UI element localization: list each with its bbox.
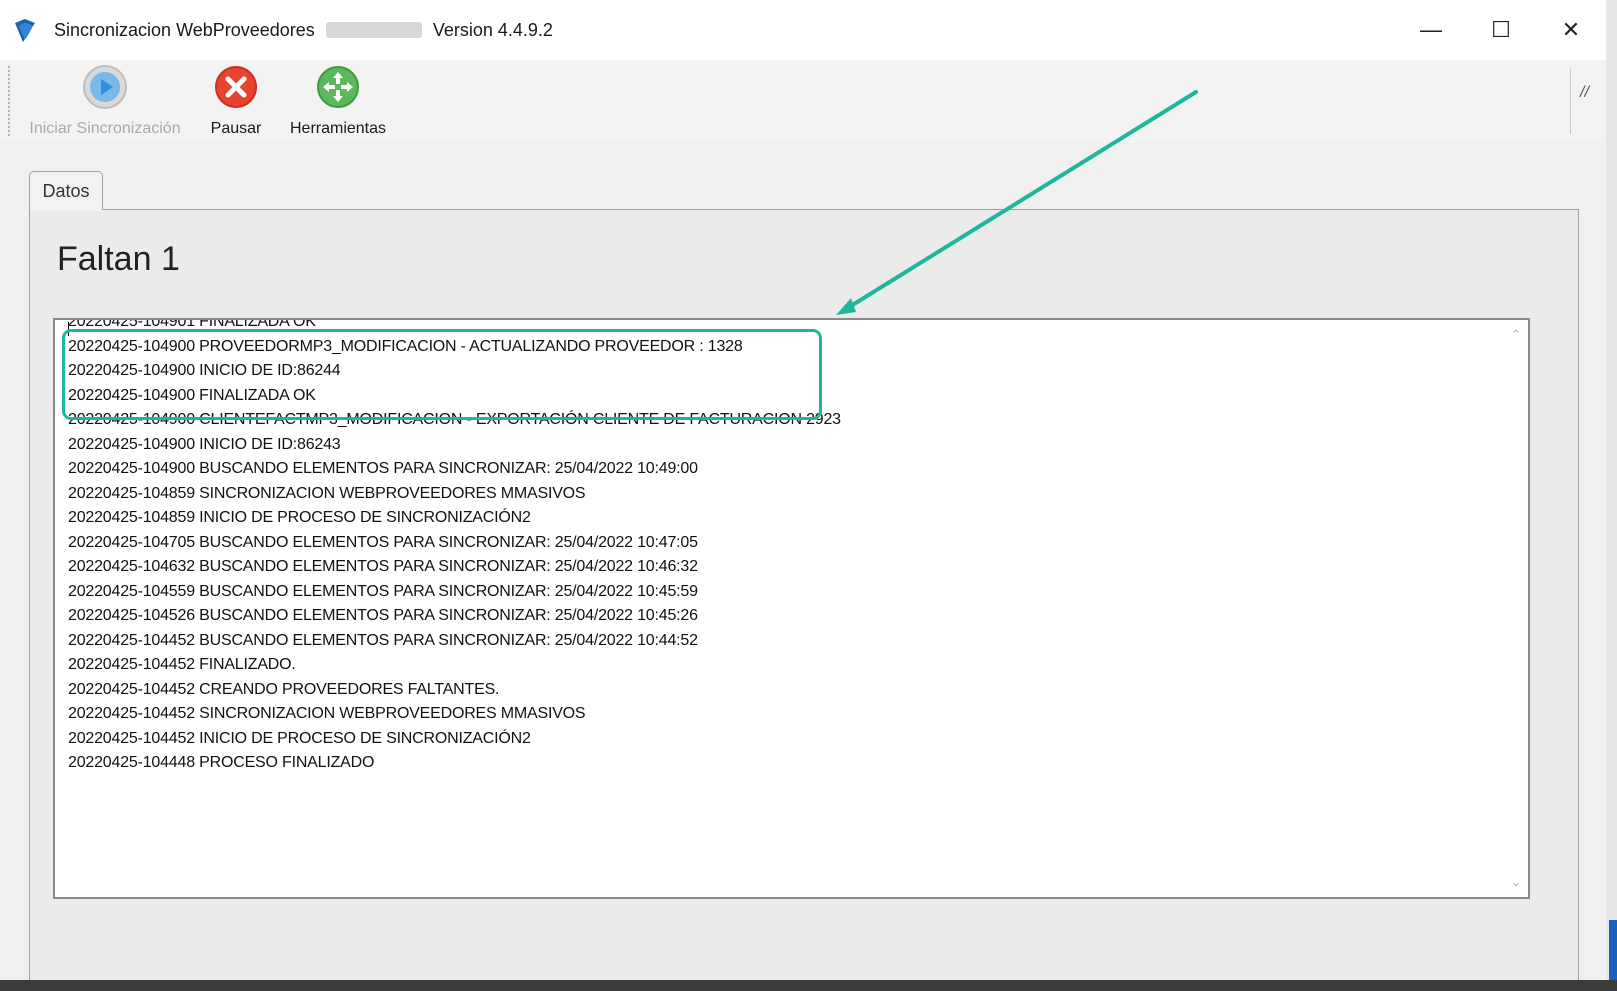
log-line: 20220425-104900 CLIENTEFACTMP3_MODIFICAC…: [68, 411, 841, 428]
app-shield-icon: [15, 19, 35, 42]
toolbar: Iniciar Sincronización Pausar Herramient…: [0, 60, 1617, 142]
log-line: 20220425-104900 PROVEEDORMP3_MODIFICACIO…: [68, 337, 743, 355]
log-line: 20220425-104452 FINALIZADO.: [68, 656, 296, 673]
log-line: 20220425-104632 BUSCANDO ELEMENTOS PARA …: [68, 558, 698, 575]
background-accent: [1609, 920, 1617, 980]
scroll-down-arrow-icon[interactable]: ⌄: [1504, 871, 1528, 893]
stop-x-icon: [215, 66, 257, 108]
log-line: 20220425-104900 INICIO DE ID:86244: [68, 362, 341, 379]
taskbar-edge: [0, 980, 1617, 991]
tab-connector: [30, 208, 102, 211]
log-line: 20220425-104452 SINCRONIZACION WEBPROVEE…: [68, 705, 586, 722]
window-title-prefix: Sincronizacion WebProveedores: [54, 19, 315, 40]
start-sync-button[interactable]: Iniciar Sincronización: [18, 64, 192, 138]
tools-button[interactable]: Herramientas: [283, 64, 393, 138]
start-sync-label: Iniciar Sincronización: [29, 120, 181, 137]
log-line: 20220425-104452 INICIO DE PROCESO DE SIN…: [68, 729, 531, 747]
close-icon: ✕: [1561, 17, 1581, 42]
log-lines: 20220425-104901 FINALIZADA OK 20220425-10…: [68, 320, 1448, 776]
window-title: Sincronizacion WebProveedores Version 4.…: [54, 20, 553, 41]
window-right-edge: [1606, 0, 1617, 991]
redacted-title-segment: [325, 21, 422, 38]
log-line: 20220425-104900 FINALIZADA OK: [68, 386, 316, 404]
close-button[interactable]: ✕: [1536, 0, 1606, 60]
pending-count-heading: Faltan 1: [57, 240, 180, 278]
log-line: 20220425-104900 INICIO DE ID:86243: [68, 435, 341, 453]
toolbar-overflow-grip[interactable]: //: [1580, 84, 1589, 102]
log-line: 20220425-104705 BUSCANDO ELEMENTOS PARA …: [68, 533, 698, 551]
log-line: 20220425-104900 BUSCANDO ELEMENTOS PARA …: [68, 460, 698, 477]
tab-datos-label: Datos: [42, 180, 90, 201]
window-title-version: Version 4.4.9.2: [432, 19, 553, 40]
minimize-icon: —: [1420, 17, 1442, 42]
log-line: 20220425-104526 BUSCANDO ELEMENTOS PARA …: [68, 607, 698, 624]
log-line: 20220425-104859 SINCRONIZACION WEBPROVEE…: [68, 484, 586, 502]
toolbar-grip[interactable]: [8, 66, 14, 136]
scroll-up-arrow-icon[interactable]: ⌃: [1504, 324, 1528, 346]
tools-label: Herramientas: [289, 120, 387, 137]
maximize-icon: ☐: [1491, 17, 1511, 42]
maximize-button[interactable]: ☐: [1466, 0, 1536, 60]
log-line: 20220425-104448 PROCESO FINALIZADO: [68, 754, 375, 771]
toolbar-separator: [1570, 68, 1571, 134]
vertical-scrollbar[interactable]: ⌃ ⌄: [1504, 320, 1528, 897]
log-line: 20220425-104452 BUSCANDO ELEMENTOS PARA …: [68, 631, 698, 649]
pause-button[interactable]: Pausar: [203, 64, 269, 138]
play-icon: [83, 65, 127, 109]
log-textbox[interactable]: 20220425-104901 FINALIZADA OK 20220425-10…: [53, 318, 1530, 899]
log-line: 20220425-104452 CREANDO PROVEEDORES FALT…: [68, 680, 500, 698]
minimize-button[interactable]: —: [1396, 0, 1466, 60]
log-line: 20220425-104859 INICIO DE PROCESO DE SIN…: [68, 509, 531, 526]
tab-datos[interactable]: Datos: [29, 171, 103, 210]
pause-label: Pausar: [210, 120, 262, 137]
title-bar: Sincronizacion WebProveedores Version 4.…: [0, 0, 1617, 60]
log-line: 20220425-104559 BUSCANDO ELEMENTOS PARA …: [68, 582, 698, 600]
log-line: 20220425-104901 FINALIZADA OK: [68, 318, 316, 330]
tools-arrows-icon: [317, 66, 359, 108]
